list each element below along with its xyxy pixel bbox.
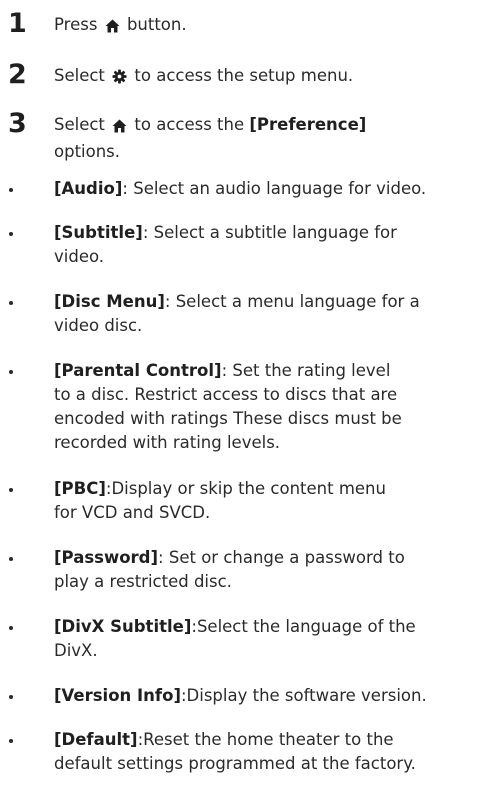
option-desc-line: video. bbox=[54, 247, 105, 266]
option-desc-line: video disc. bbox=[54, 316, 143, 335]
step-text-post: to access the bbox=[134, 115, 245, 134]
option-text: [Password]: Set or change a password to … bbox=[54, 546, 490, 594]
option-desc-line: recorded with rating levels. bbox=[54, 433, 281, 452]
step-number: 3 bbox=[8, 108, 27, 139]
bullet-dot bbox=[9, 188, 13, 192]
bullet-dot bbox=[9, 739, 13, 743]
step-text: Select to access the [Preference] option… bbox=[54, 113, 490, 164]
option-desc: Select an audio language for video. bbox=[133, 179, 427, 198]
option-sep: : bbox=[158, 548, 169, 567]
option-desc: Set the rating level bbox=[232, 361, 391, 380]
step-text-pre: Press bbox=[54, 15, 98, 34]
step-number: 2 bbox=[8, 59, 27, 90]
option-desc-line: DivX. bbox=[54, 641, 98, 660]
option-text: [Version Info]:Display the software vers… bbox=[54, 684, 490, 708]
option-desc: Select a subtitle language for bbox=[153, 223, 397, 242]
step-text-pre: Select bbox=[54, 66, 105, 85]
bullet-dot bbox=[9, 626, 13, 630]
option-desc: Select a menu language for a bbox=[175, 292, 420, 311]
option-name: [Subtitle] bbox=[54, 223, 143, 242]
bullet-dot bbox=[9, 488, 13, 492]
step-number: 1 bbox=[8, 8, 27, 39]
option-name: [PBC] bbox=[54, 479, 106, 498]
option-desc-line: to a disc. Restrict access to discs that… bbox=[54, 385, 398, 404]
step-text: Select to access the setup menu. bbox=[54, 64, 490, 91]
bullet-dot bbox=[9, 232, 13, 236]
step-text-post: to access the setup menu. bbox=[134, 66, 354, 85]
option-desc: Display the software version. bbox=[186, 686, 427, 705]
step-text-pre: Select bbox=[54, 115, 105, 134]
step-text: Press button. bbox=[54, 13, 490, 40]
option-desc: Select the language of the bbox=[196, 617, 416, 636]
step-2: 2 Select to access the setup menu. bbox=[0, 59, 496, 89]
manual-page: 1 Press button. 2 Select to access the s… bbox=[0, 0, 496, 798]
option-sep: : bbox=[142, 223, 154, 242]
step-3: 3 Select to access the [Preference] opti… bbox=[0, 108, 496, 164]
bullet-dot bbox=[9, 557, 13, 561]
option-desc-line: play a restricted disc. bbox=[54, 572, 232, 591]
option-name: [Version Info] bbox=[54, 686, 181, 705]
option-text: [Audio]: Select an audio language for vi… bbox=[54, 177, 490, 201]
option-name: [DivX Subtitle] bbox=[54, 617, 192, 636]
option-desc-line: encoded with ratings These discs must be bbox=[54, 409, 402, 428]
option-sep: : bbox=[164, 292, 176, 311]
option-sep: : bbox=[221, 361, 233, 380]
option-name: [Default] bbox=[54, 730, 138, 749]
option-text: [Subtitle]: Select a subtitle language f… bbox=[54, 221, 490, 269]
step-text-tail: options. bbox=[54, 142, 121, 161]
option-name: [Password] bbox=[54, 548, 159, 567]
step-text-post: button. bbox=[126, 15, 187, 34]
home-icon bbox=[112, 116, 127, 140]
option-text: [PBC]:Display or skip the content menu f… bbox=[54, 477, 490, 525]
option-text: [Default]:Reset the home theater to the … bbox=[54, 728, 490, 776]
bullet-dot bbox=[9, 370, 13, 374]
gear-icon bbox=[112, 67, 127, 91]
option-text: [Parental Control]: Set the rating level… bbox=[54, 359, 490, 455]
option-name: [Parental Control] bbox=[54, 361, 222, 380]
option-name: [Disc Menu] bbox=[54, 292, 165, 311]
bullet-dot bbox=[9, 301, 13, 305]
option-desc-line: for VCD and SVCD. bbox=[54, 503, 211, 522]
option-text: [DivX Subtitle]:Select the language of t… bbox=[54, 615, 490, 663]
option-desc-line: default settings programmed at the facto… bbox=[54, 754, 416, 773]
bullet-dot bbox=[9, 695, 13, 699]
option-name: [Audio] bbox=[54, 179, 123, 198]
option-text: [Disc Menu]: Select a menu language for … bbox=[54, 290, 490, 338]
option-desc: Reset the home theater to the bbox=[143, 730, 394, 749]
option-desc: Set or change a password to bbox=[168, 548, 405, 567]
preference-keyword: [Preference] bbox=[249, 115, 367, 134]
option-sep: : bbox=[122, 179, 134, 198]
option-desc: Display or skip the content menu bbox=[111, 479, 386, 498]
home-icon bbox=[105, 16, 120, 40]
step-1: 1 Press button. bbox=[0, 8, 496, 38]
